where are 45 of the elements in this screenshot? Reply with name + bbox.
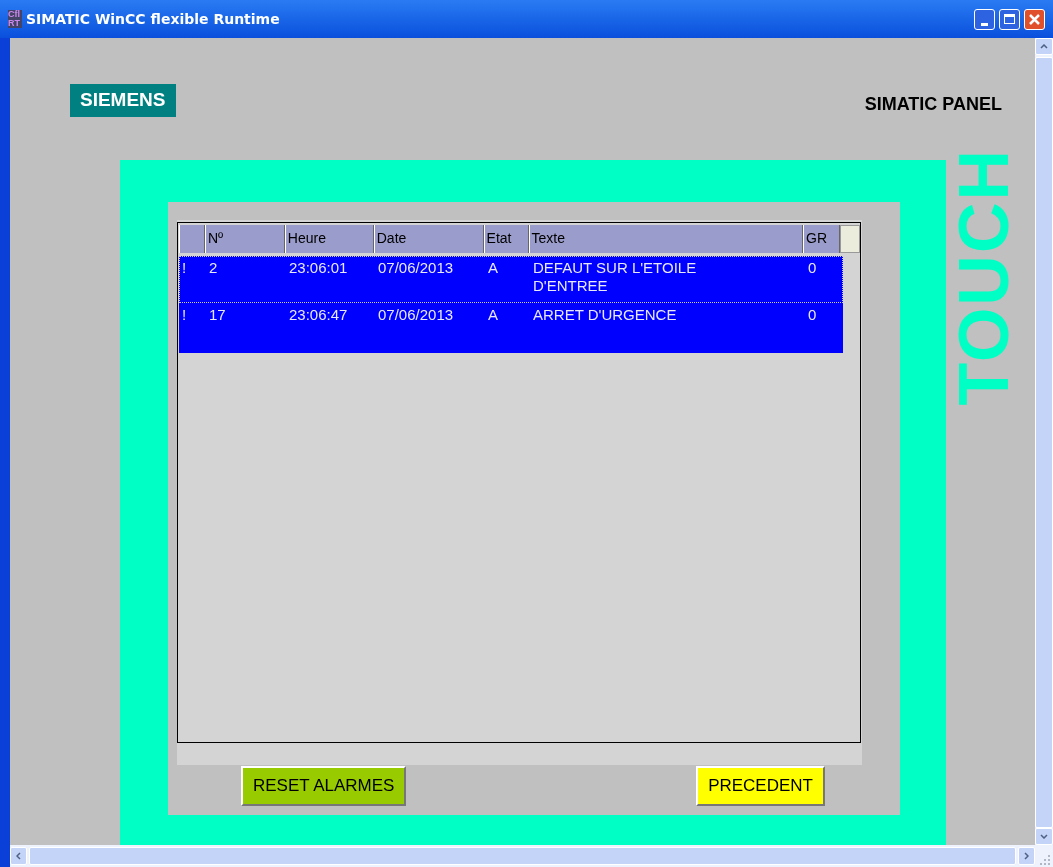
scroll-left-button[interactable]	[10, 847, 27, 865]
window-title: SIMATIC WinCC flexible Runtime	[26, 9, 280, 29]
action-button[interactable]: RESET ALARMES	[241, 766, 407, 806]
action-button[interactable]: PRECEDENT	[696, 766, 825, 806]
touch-label: TOUCH	[952, 148, 1016, 406]
table-cell-text: ARRET D'URGENCE	[532, 305, 678, 325]
horizontal-scrollbar[interactable]	[10, 845, 1053, 867]
column-header[interactable]	[179, 225, 205, 253]
alarm-row[interactable]: ! 17 23:06:47 07/06/2013 A ARRET D'URGENCE 0	[179, 303, 843, 353]
alarm-row[interactable]: ! 2 23:06:01 07/06/2013 A DEFAUT SUR L'ETOILE D'ENTREE 0	[179, 256, 843, 303]
table-cell-text: DEFAUT SUR L'ETOILE D'ENTREE	[532, 258, 698, 296]
table-cell-text: !	[181, 305, 188, 325]
column-header[interactable]: Nº	[204, 225, 285, 253]
scroll-thumb[interactable]	[29, 847, 1016, 865]
table-cell-text: 17	[208, 305, 227, 325]
scroll-down-button[interactable]	[1035, 828, 1053, 845]
minimize-button[interactable]	[974, 8, 995, 30]
maximize-button[interactable]	[999, 8, 1020, 30]
table-cell-text: A	[487, 258, 499, 278]
table-cell-text: 07/06/2013	[377, 305, 455, 325]
chevron-left-icon	[16, 852, 21, 860]
table-cell-text: 07/06/2013	[377, 258, 455, 278]
table-cell-text: 0	[807, 258, 818, 278]
close-button[interactable]	[1024, 8, 1045, 30]
close-icon	[1029, 13, 1040, 25]
table-cell-text: A	[487, 305, 499, 325]
panel-label: SIMATIC PANEL	[864, 93, 1002, 116]
table-cell-text: !	[181, 258, 188, 278]
chevron-down-icon	[1040, 834, 1048, 839]
column-header[interactable]: Etat	[483, 225, 529, 253]
header-corner	[840, 225, 860, 253]
column-header[interactable]: Heure	[284, 225, 374, 253]
scroll-up-button[interactable]	[1035, 38, 1053, 55]
scroll-right-button[interactable]	[1018, 847, 1035, 865]
column-header[interactable]: GR	[803, 225, 841, 253]
table-cell-text: 0	[807, 305, 818, 325]
table-cell-text: 23:06:47	[288, 305, 349, 325]
column-header[interactable]: Texte	[528, 225, 804, 253]
column-header[interactable]: Date	[373, 225, 484, 253]
siemens-logo: SIEMENS	[70, 84, 176, 117]
chevron-right-icon	[1024, 852, 1029, 860]
table-cell-text: 2	[208, 258, 219, 278]
chevron-up-icon	[1040, 44, 1048, 49]
table-cell-text: 23:06:01	[288, 258, 349, 278]
app-icon: Cfl RT	[8, 10, 22, 28]
